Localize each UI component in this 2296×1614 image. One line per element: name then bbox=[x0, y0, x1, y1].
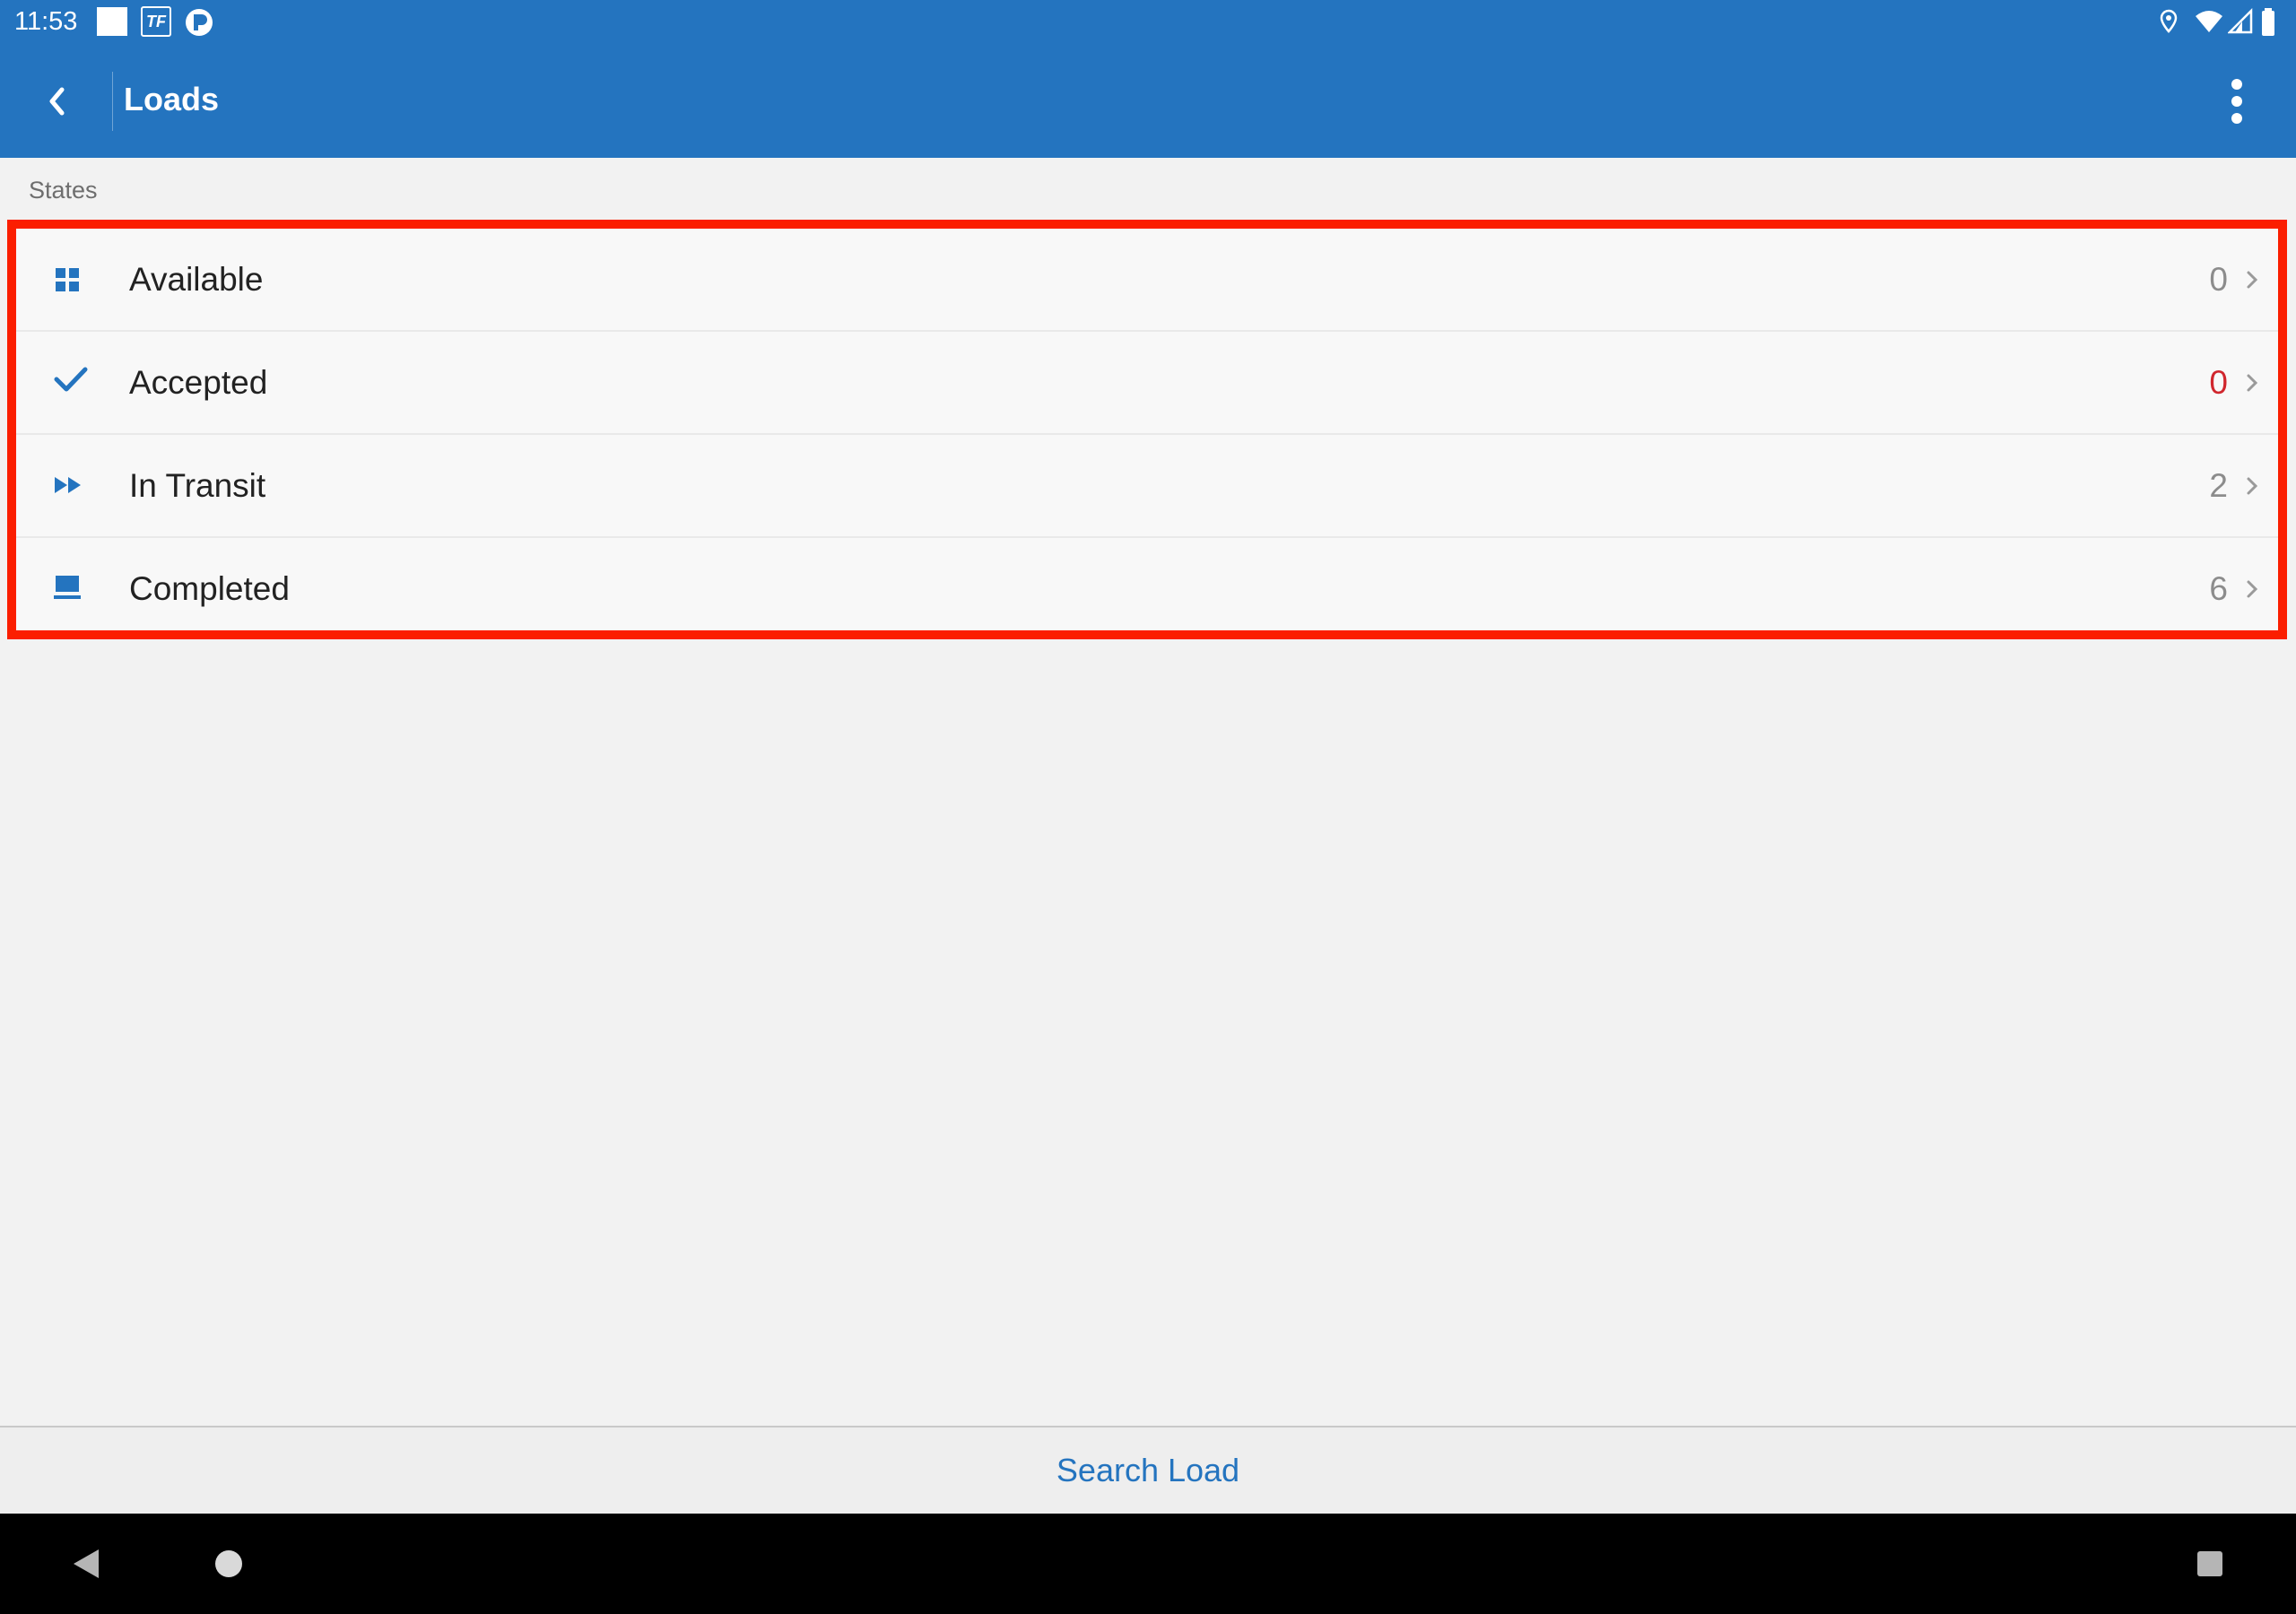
state-count: 6 bbox=[2209, 570, 2228, 607]
recents-square-icon bbox=[2197, 1551, 2222, 1576]
chevron-right-icon bbox=[2247, 374, 2258, 392]
back-triangle-icon bbox=[74, 1549, 99, 1578]
state-label: Accepted bbox=[129, 364, 268, 401]
back-button[interactable] bbox=[27, 69, 90, 132]
app-bar-divider bbox=[112, 72, 113, 131]
states-list: Available 0 Accepted 0 In Transit 2 Comp… bbox=[7, 220, 2287, 639]
more-vertical-icon bbox=[2231, 79, 2242, 124]
page-title: Loads bbox=[124, 81, 220, 117]
system-nav-bar bbox=[0, 1514, 2296, 1614]
overflow-menu-button[interactable] bbox=[2210, 70, 2264, 133]
state-label: Completed bbox=[129, 570, 290, 607]
fast-forward-icon bbox=[55, 477, 81, 493]
state-count: 0 bbox=[2209, 261, 2228, 298]
grid-icon bbox=[56, 268, 79, 291]
state-label: Available bbox=[129, 261, 264, 298]
state-count: 2 bbox=[2209, 467, 2228, 504]
search-load-button[interactable]: Search Load bbox=[0, 1427, 2296, 1514]
nav-home-button[interactable] bbox=[202, 1537, 256, 1591]
state-row-in-transit[interactable]: In Transit 2 bbox=[16, 435, 2278, 538]
check-icon bbox=[54, 367, 88, 392]
chevron-right-icon bbox=[2247, 271, 2258, 289]
notification-square-icon bbox=[97, 7, 127, 36]
app-bar: Loads bbox=[0, 45, 2296, 158]
state-row-accepted[interactable]: Accepted 0 bbox=[16, 332, 2278, 435]
nav-recents-button[interactable] bbox=[2183, 1537, 2237, 1591]
section-header-states: States bbox=[29, 177, 98, 204]
bottom-action-bar: Search Load bbox=[0, 1426, 2296, 1514]
state-count: 0 bbox=[2209, 364, 2228, 401]
state-label: In Transit bbox=[129, 467, 266, 504]
app-circle-icon bbox=[184, 7, 214, 42]
state-row-available[interactable]: Available 0 bbox=[16, 229, 2278, 332]
wifi-icon bbox=[2196, 11, 2222, 32]
state-row-completed[interactable]: Completed 6 bbox=[16, 538, 2278, 641]
chevron-right-icon bbox=[2247, 580, 2258, 598]
location-icon bbox=[2160, 9, 2178, 33]
status-time: 11:53 bbox=[14, 7, 78, 36]
battery-icon bbox=[2262, 8, 2274, 36]
signal-icon bbox=[2228, 7, 2253, 34]
chevron-left-icon bbox=[49, 87, 65, 116]
status-bar: 11:53 TF bbox=[0, 0, 2296, 45]
home-circle-icon bbox=[215, 1550, 242, 1577]
tray-icon bbox=[54, 576, 81, 599]
chevron-right-icon bbox=[2247, 477, 2258, 495]
status-right-icons bbox=[2158, 7, 2283, 38]
nav-back-button[interactable] bbox=[59, 1537, 113, 1591]
tf-mobile-icon: TF bbox=[141, 6, 171, 37]
